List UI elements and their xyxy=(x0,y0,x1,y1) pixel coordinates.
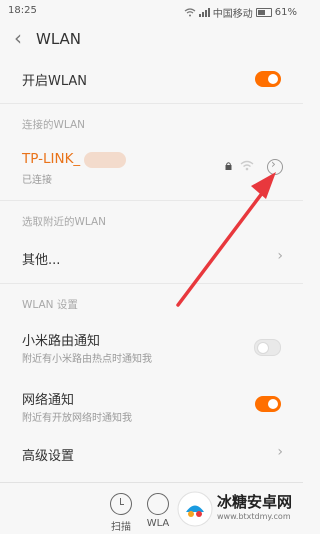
watermark: 冰糖安卓网 www.btxtdmy.com xyxy=(177,489,301,531)
annotation-arrow xyxy=(176,172,276,307)
wlan-button[interactable]: WLA xyxy=(140,493,176,529)
watermark-logo xyxy=(177,491,213,527)
scan-label: 扫描 xyxy=(111,522,131,533)
scan-button[interactable]: 扫描 xyxy=(108,493,134,533)
wlan-label: WLA xyxy=(146,518,170,529)
wlan-icon xyxy=(147,493,169,515)
clock-icon xyxy=(110,493,132,515)
watermark-url: www.btxtdmy.com xyxy=(217,512,291,521)
watermark-title: 冰糖安卓网 xyxy=(217,493,293,511)
